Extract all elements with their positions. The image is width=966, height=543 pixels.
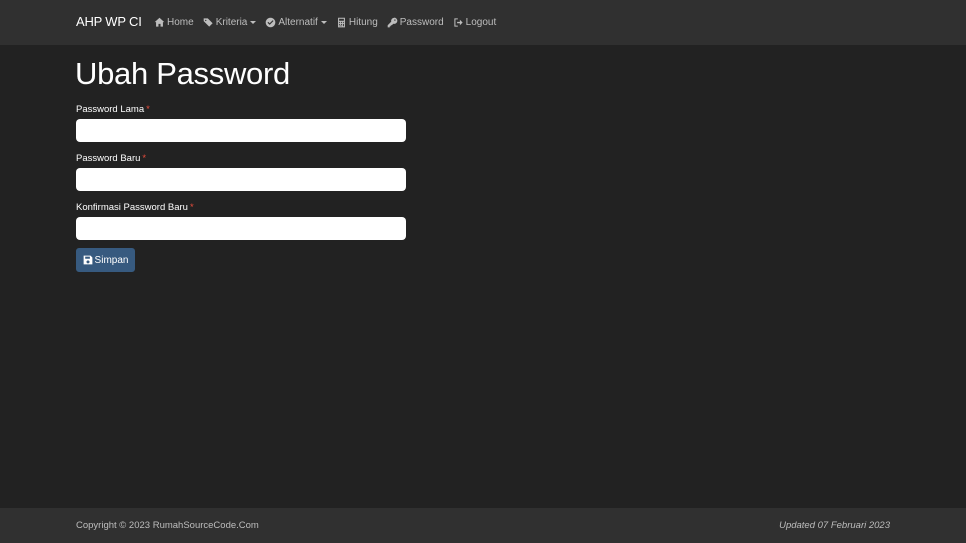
navbar: AHP WP CI Home Kriteria Alternatif Hitun… xyxy=(0,0,966,45)
check-circle-icon xyxy=(266,17,276,28)
save-icon xyxy=(83,255,92,265)
old-password-label: Password Lama * xyxy=(76,104,406,116)
caret-down-icon xyxy=(320,21,327,24)
key-icon xyxy=(387,17,398,28)
sign-out-icon xyxy=(454,18,463,27)
new-password-label-text: Password Baru xyxy=(76,153,141,164)
new-password-field[interactable] xyxy=(76,168,406,191)
save-button-label: Simpan xyxy=(94,254,129,266)
calculator-icon xyxy=(337,17,345,28)
nav-item-label: Home xyxy=(167,17,194,28)
copyright-text: Copyright © 2023 RumahSourceCode.Com xyxy=(76,520,259,531)
nav-item-label: Logout xyxy=(465,17,497,28)
updated-text: Updated 07 Februari 2023 xyxy=(779,520,890,531)
footer: Copyright © 2023 RumahSourceCode.Com Upd… xyxy=(0,508,966,543)
new-password-group: Password Baru * xyxy=(76,153,406,191)
required-mark: * xyxy=(142,153,147,164)
required-mark: * xyxy=(189,202,194,213)
confirm-password-label-text: Konfirmasi Password Baru xyxy=(76,202,188,213)
caret-down-icon xyxy=(250,21,257,24)
old-password-label-text: Password Lama xyxy=(76,104,145,115)
confirm-password-label: Konfirmasi Password Baru * xyxy=(76,202,406,214)
required-mark: * xyxy=(146,104,150,115)
old-password-group: Password Lama * xyxy=(76,104,406,142)
old-password-field[interactable] xyxy=(76,119,406,142)
nav-item-label: Hitung xyxy=(348,17,378,28)
nav-menu: Home Kriteria Alternatif Hitung Password… xyxy=(154,0,505,45)
nav-item-label: Password xyxy=(399,17,444,28)
nav-item-label: Kriteria xyxy=(215,17,248,28)
brand-link[interactable]: AHP WP CI xyxy=(76,14,142,29)
save-button[interactable]: Simpan xyxy=(76,248,135,272)
page-title: Ubah Password xyxy=(75,56,290,91)
confirm-password-group: Konfirmasi Password Baru * xyxy=(76,202,406,240)
nav-item-hitung[interactable]: Hitung xyxy=(336,17,378,28)
nav-item-kriteria[interactable]: Kriteria xyxy=(203,17,257,28)
nav-item-password[interactable]: Password xyxy=(387,17,444,28)
nav-item-label: Alternatif xyxy=(278,17,318,28)
home-icon xyxy=(154,17,165,27)
confirm-password-field[interactable] xyxy=(76,217,406,240)
nav-item-home[interactable]: Home xyxy=(154,17,194,28)
nav-item-alternatif[interactable]: Alternatif xyxy=(265,17,327,28)
new-password-label: Password Baru * xyxy=(76,153,406,165)
nav-item-logout[interactable]: Logout xyxy=(453,17,497,28)
tags-icon xyxy=(203,18,213,27)
